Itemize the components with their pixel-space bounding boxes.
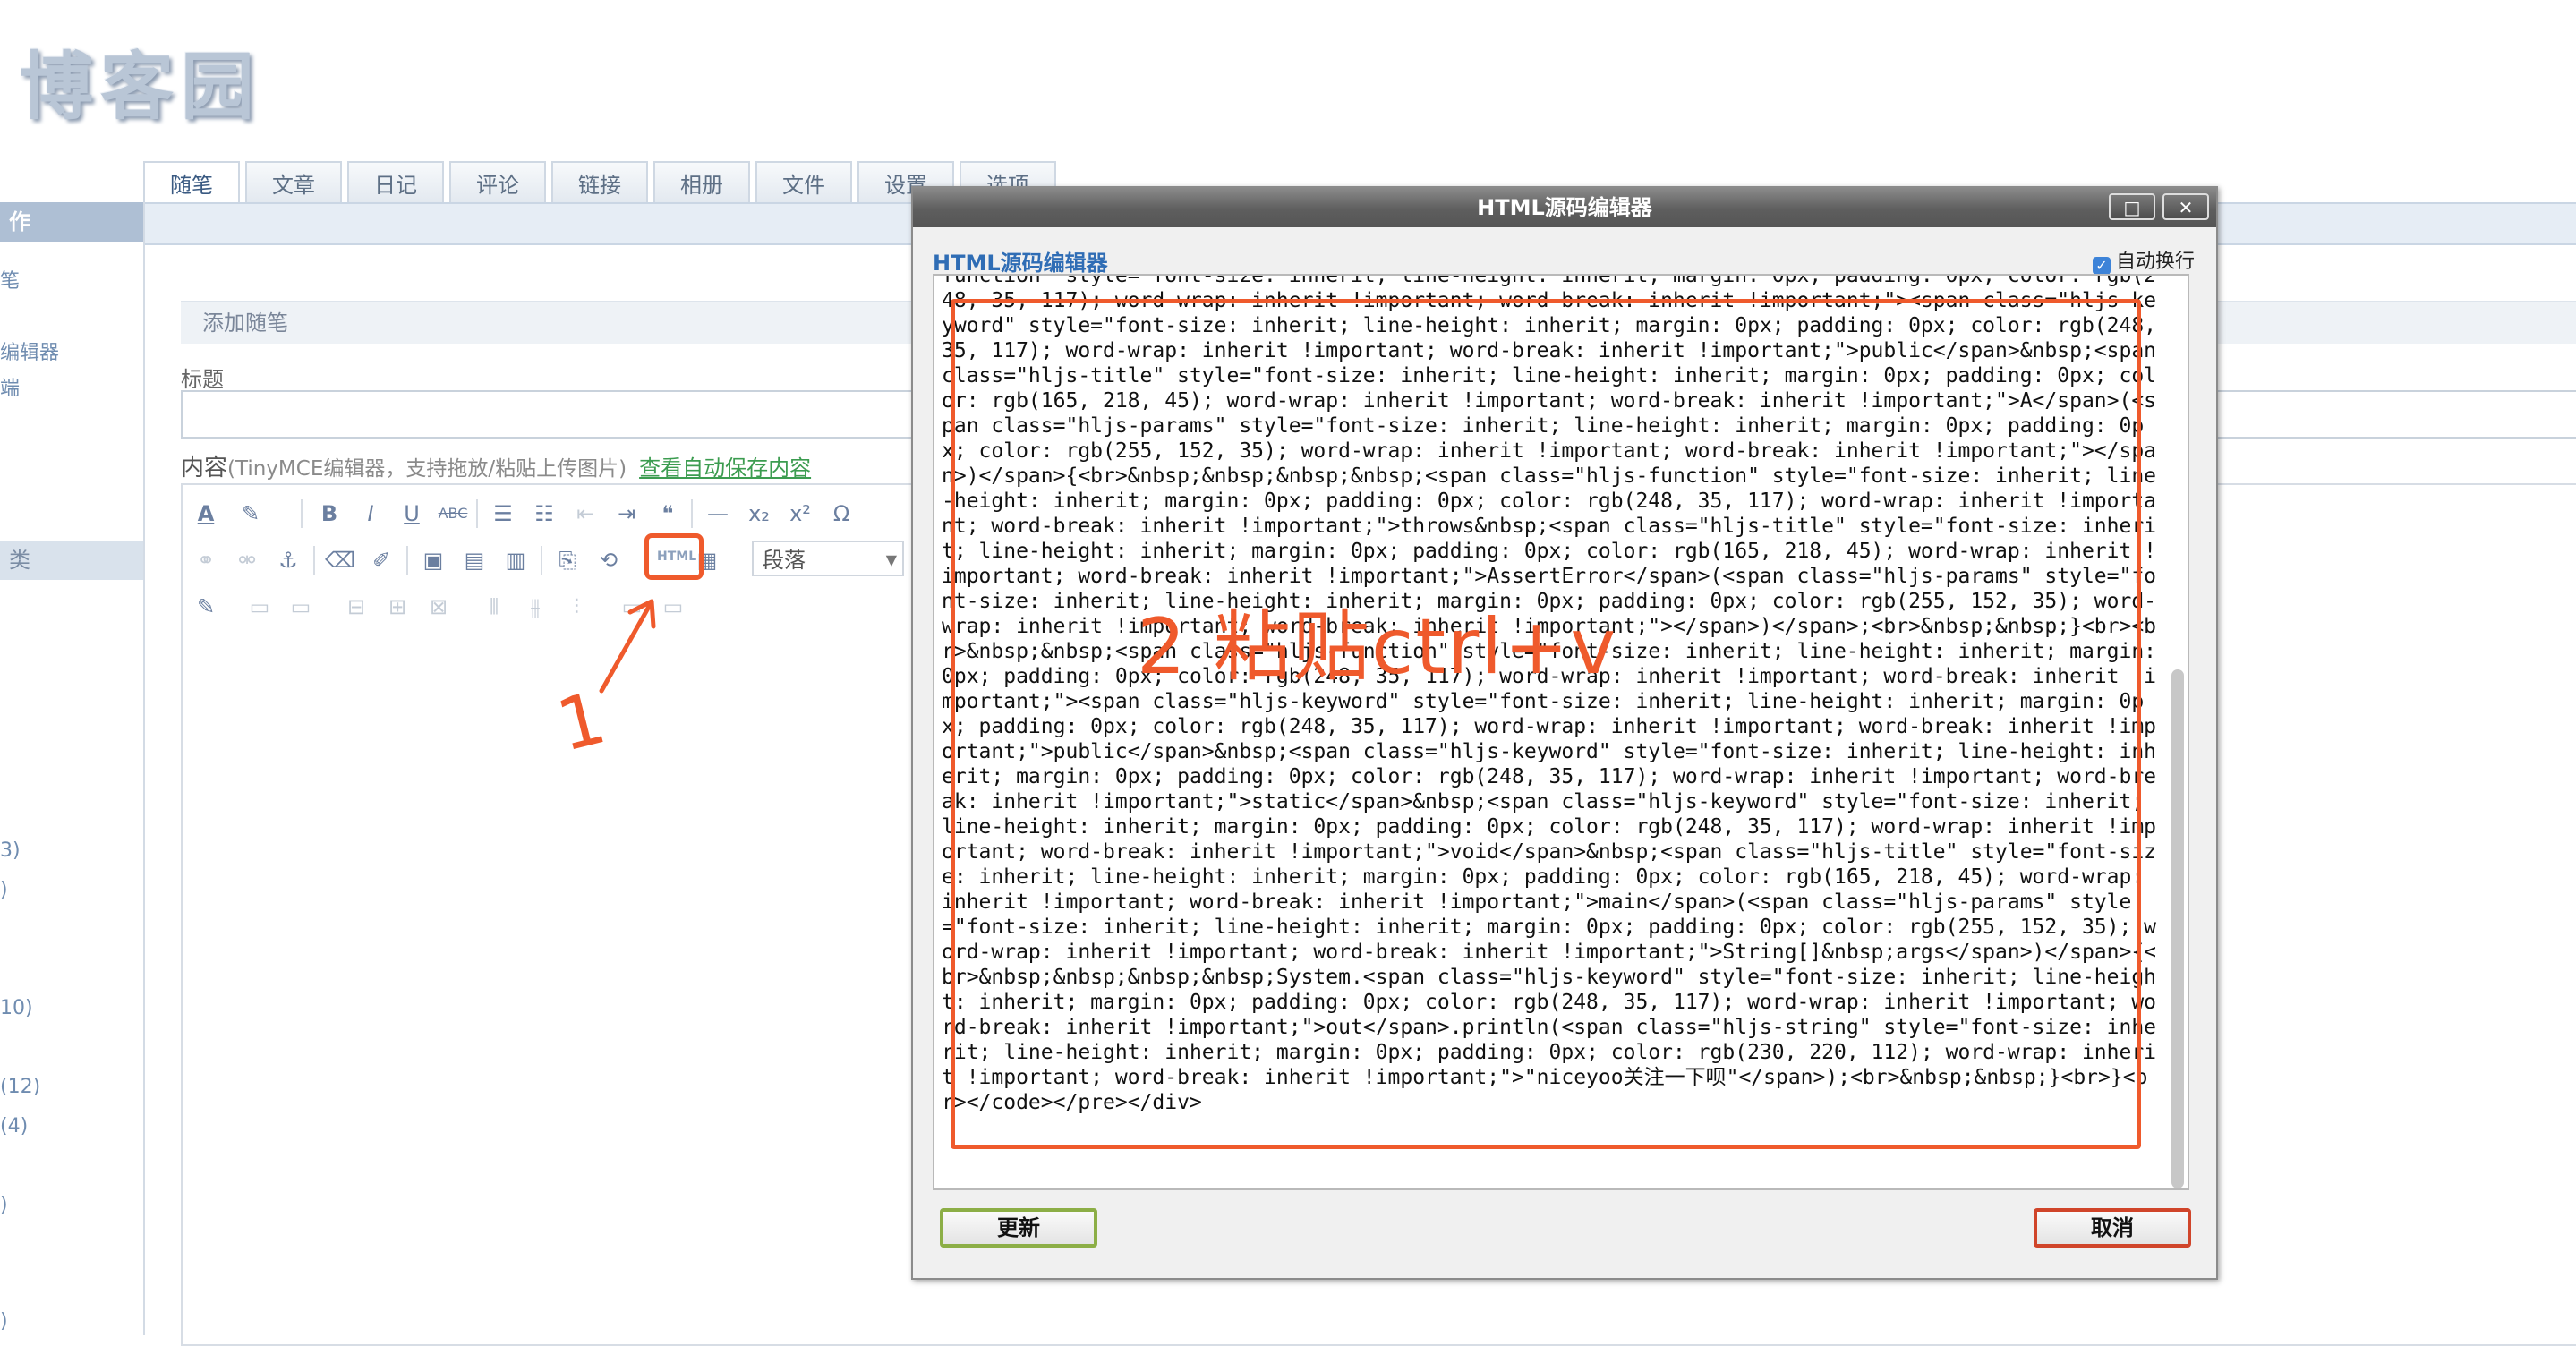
site-logo[interactable]: 博客园 bbox=[20, 27, 261, 133]
dialog-titlebar[interactable]: HTML源码编辑器 □ ✕ bbox=[913, 188, 2216, 227]
table-merge-icon[interactable]: ⊞ bbox=[381, 591, 414, 623]
sidebar-divider bbox=[143, 202, 145, 1335]
title-label: 标题 bbox=[181, 367, 224, 392]
dialog-heading: HTML源码编辑器 bbox=[933, 251, 1108, 276]
eraser-icon[interactable]: ⌫ bbox=[324, 544, 356, 576]
chevron-down-icon: ▼ bbox=[885, 551, 897, 568]
toolbar-separator bbox=[476, 499, 478, 528]
tab-links[interactable]: 链接 bbox=[551, 161, 648, 202]
autosave-link[interactable]: 查看自动保存内容 bbox=[639, 456, 811, 481]
bullet-list-icon[interactable]: ☰ bbox=[487, 498, 519, 530]
textarea-scrollbar[interactable] bbox=[2171, 669, 2184, 1188]
toolbar-separator bbox=[301, 499, 303, 528]
close-icon[interactable]: ✕ bbox=[2162, 193, 2209, 220]
indent-icon[interactable]: ⇥ bbox=[610, 498, 643, 530]
maximize-icon[interactable]: □ bbox=[2109, 193, 2155, 220]
underline-icon[interactable]: U bbox=[396, 498, 428, 530]
html-button-highlight bbox=[644, 533, 704, 580]
toolbar-separator bbox=[406, 546, 408, 575]
cancel-button[interactable]: 取消 bbox=[2034, 1208, 2191, 1248]
table-col-after-icon[interactable]: ⫵ bbox=[519, 591, 551, 623]
image-upload-icon[interactable]: ▤ bbox=[458, 544, 490, 576]
word-wrap-label: 自动换行 bbox=[2115, 251, 2195, 273]
toolbar-separator bbox=[313, 546, 315, 575]
step-2-annotation: 2 粘贴ctrl+v bbox=[1137, 602, 1618, 692]
tab-article[interactable]: 文章 bbox=[245, 161, 342, 202]
superscript-icon[interactable]: x² bbox=[784, 498, 816, 530]
content-hint: (TinyMCE编辑器，支持拖放/粘贴上传图片) bbox=[227, 457, 627, 481]
link-icon[interactable]: ⚭ bbox=[190, 544, 222, 576]
paragraph-format-value: 段落 bbox=[763, 548, 806, 573]
cleanup-brush-icon[interactable]: ✐ bbox=[365, 544, 397, 576]
tab-comment[interactable]: 评论 bbox=[449, 161, 546, 202]
dialog-title: HTML源码编辑器 bbox=[1477, 195, 1652, 220]
update-button[interactable]: 更新 bbox=[940, 1208, 1097, 1248]
special-char-icon[interactable]: Ω bbox=[825, 498, 857, 530]
sidebar-count[interactable]: 3) bbox=[0, 839, 21, 862]
italic-icon[interactable]: I bbox=[354, 498, 387, 530]
insert-image-icon[interactable]: ▣ bbox=[417, 544, 449, 576]
font-color-icon[interactable]: A bbox=[190, 498, 222, 530]
table-row-after-icon[interactable]: ▭ bbox=[285, 591, 317, 623]
table-row-before-icon[interactable]: ▭ bbox=[243, 591, 276, 623]
sidebar-count[interactable]: 10) bbox=[0, 997, 33, 1019]
sidebar-count[interactable]: (4) bbox=[0, 1115, 28, 1137]
bold-icon[interactable]: B bbox=[313, 498, 345, 530]
paragraph-format-select[interactable]: 段落 ▼ bbox=[752, 541, 904, 576]
edit-document-icon[interactable]: ✎ bbox=[190, 591, 222, 623]
table-col-before-icon[interactable]: ⫴ bbox=[478, 591, 510, 623]
tab-diary[interactable]: 日记 bbox=[347, 161, 444, 202]
tab-album[interactable]: 相册 bbox=[653, 161, 750, 202]
unlink-icon[interactable]: ⚮ bbox=[231, 544, 263, 576]
blockquote-icon[interactable]: ❝ bbox=[652, 498, 684, 530]
horizontal-rule-icon[interactable]: — bbox=[702, 498, 734, 530]
preview-icon[interactable]: ⟲ bbox=[593, 544, 625, 576]
anchor-icon[interactable]: ⚓ bbox=[272, 544, 304, 576]
sidebar-item[interactable]: 端 bbox=[0, 372, 20, 401]
tab-files[interactable]: 文件 bbox=[755, 161, 852, 202]
subscript-icon[interactable]: x₂ bbox=[743, 498, 775, 530]
sidebar-count[interactable]: (12) bbox=[0, 1076, 40, 1098]
checkbox-checked-icon[interactable]: ✓ bbox=[2092, 257, 2111, 275]
sidebar-item[interactable]: 编辑器 bbox=[0, 336, 59, 365]
content-label-text: 内容 bbox=[181, 455, 228, 481]
paste-area-highlight bbox=[951, 299, 2141, 1149]
media-icon[interactable]: ▥ bbox=[499, 544, 532, 576]
table-col-icon[interactable]: ⊠ bbox=[422, 591, 455, 623]
sidebar-item[interactable]: 笔 bbox=[0, 265, 20, 294]
sidebar-section-category: 类 bbox=[0, 541, 143, 580]
sidebar-count[interactable]: ) bbox=[0, 1194, 8, 1216]
sidebar-header: 作 bbox=[0, 202, 143, 242]
code-snippet-icon[interactable]: ⎘ bbox=[551, 544, 584, 576]
numbered-list-icon[interactable]: ☷ bbox=[528, 498, 560, 530]
tab-essay[interactable]: 随笔 bbox=[143, 161, 240, 206]
sidebar-count[interactable]: ) bbox=[0, 1310, 8, 1333]
strikethrough-icon[interactable]: ABC bbox=[437, 498, 469, 530]
toolbar-separator bbox=[691, 499, 693, 528]
toolbar-separator bbox=[541, 546, 542, 575]
content-label: 内容(TinyMCE编辑器，支持拖放/粘贴上传图片) 查看自动保存内容 bbox=[181, 449, 811, 482]
word-wrap-toggle[interactable]: ✓ 自动换行 bbox=[2092, 245, 2195, 275]
table-delete-icon[interactable]: ⫶ bbox=[560, 591, 593, 623]
highlight-color-icon[interactable]: ✎ bbox=[235, 498, 267, 530]
table-split-icon[interactable]: ⊟ bbox=[340, 591, 372, 623]
step-1-arrow bbox=[599, 599, 656, 694]
sidebar-count[interactable]: ) bbox=[0, 879, 8, 901]
outdent-icon[interactable]: ⇤ bbox=[569, 498, 601, 530]
